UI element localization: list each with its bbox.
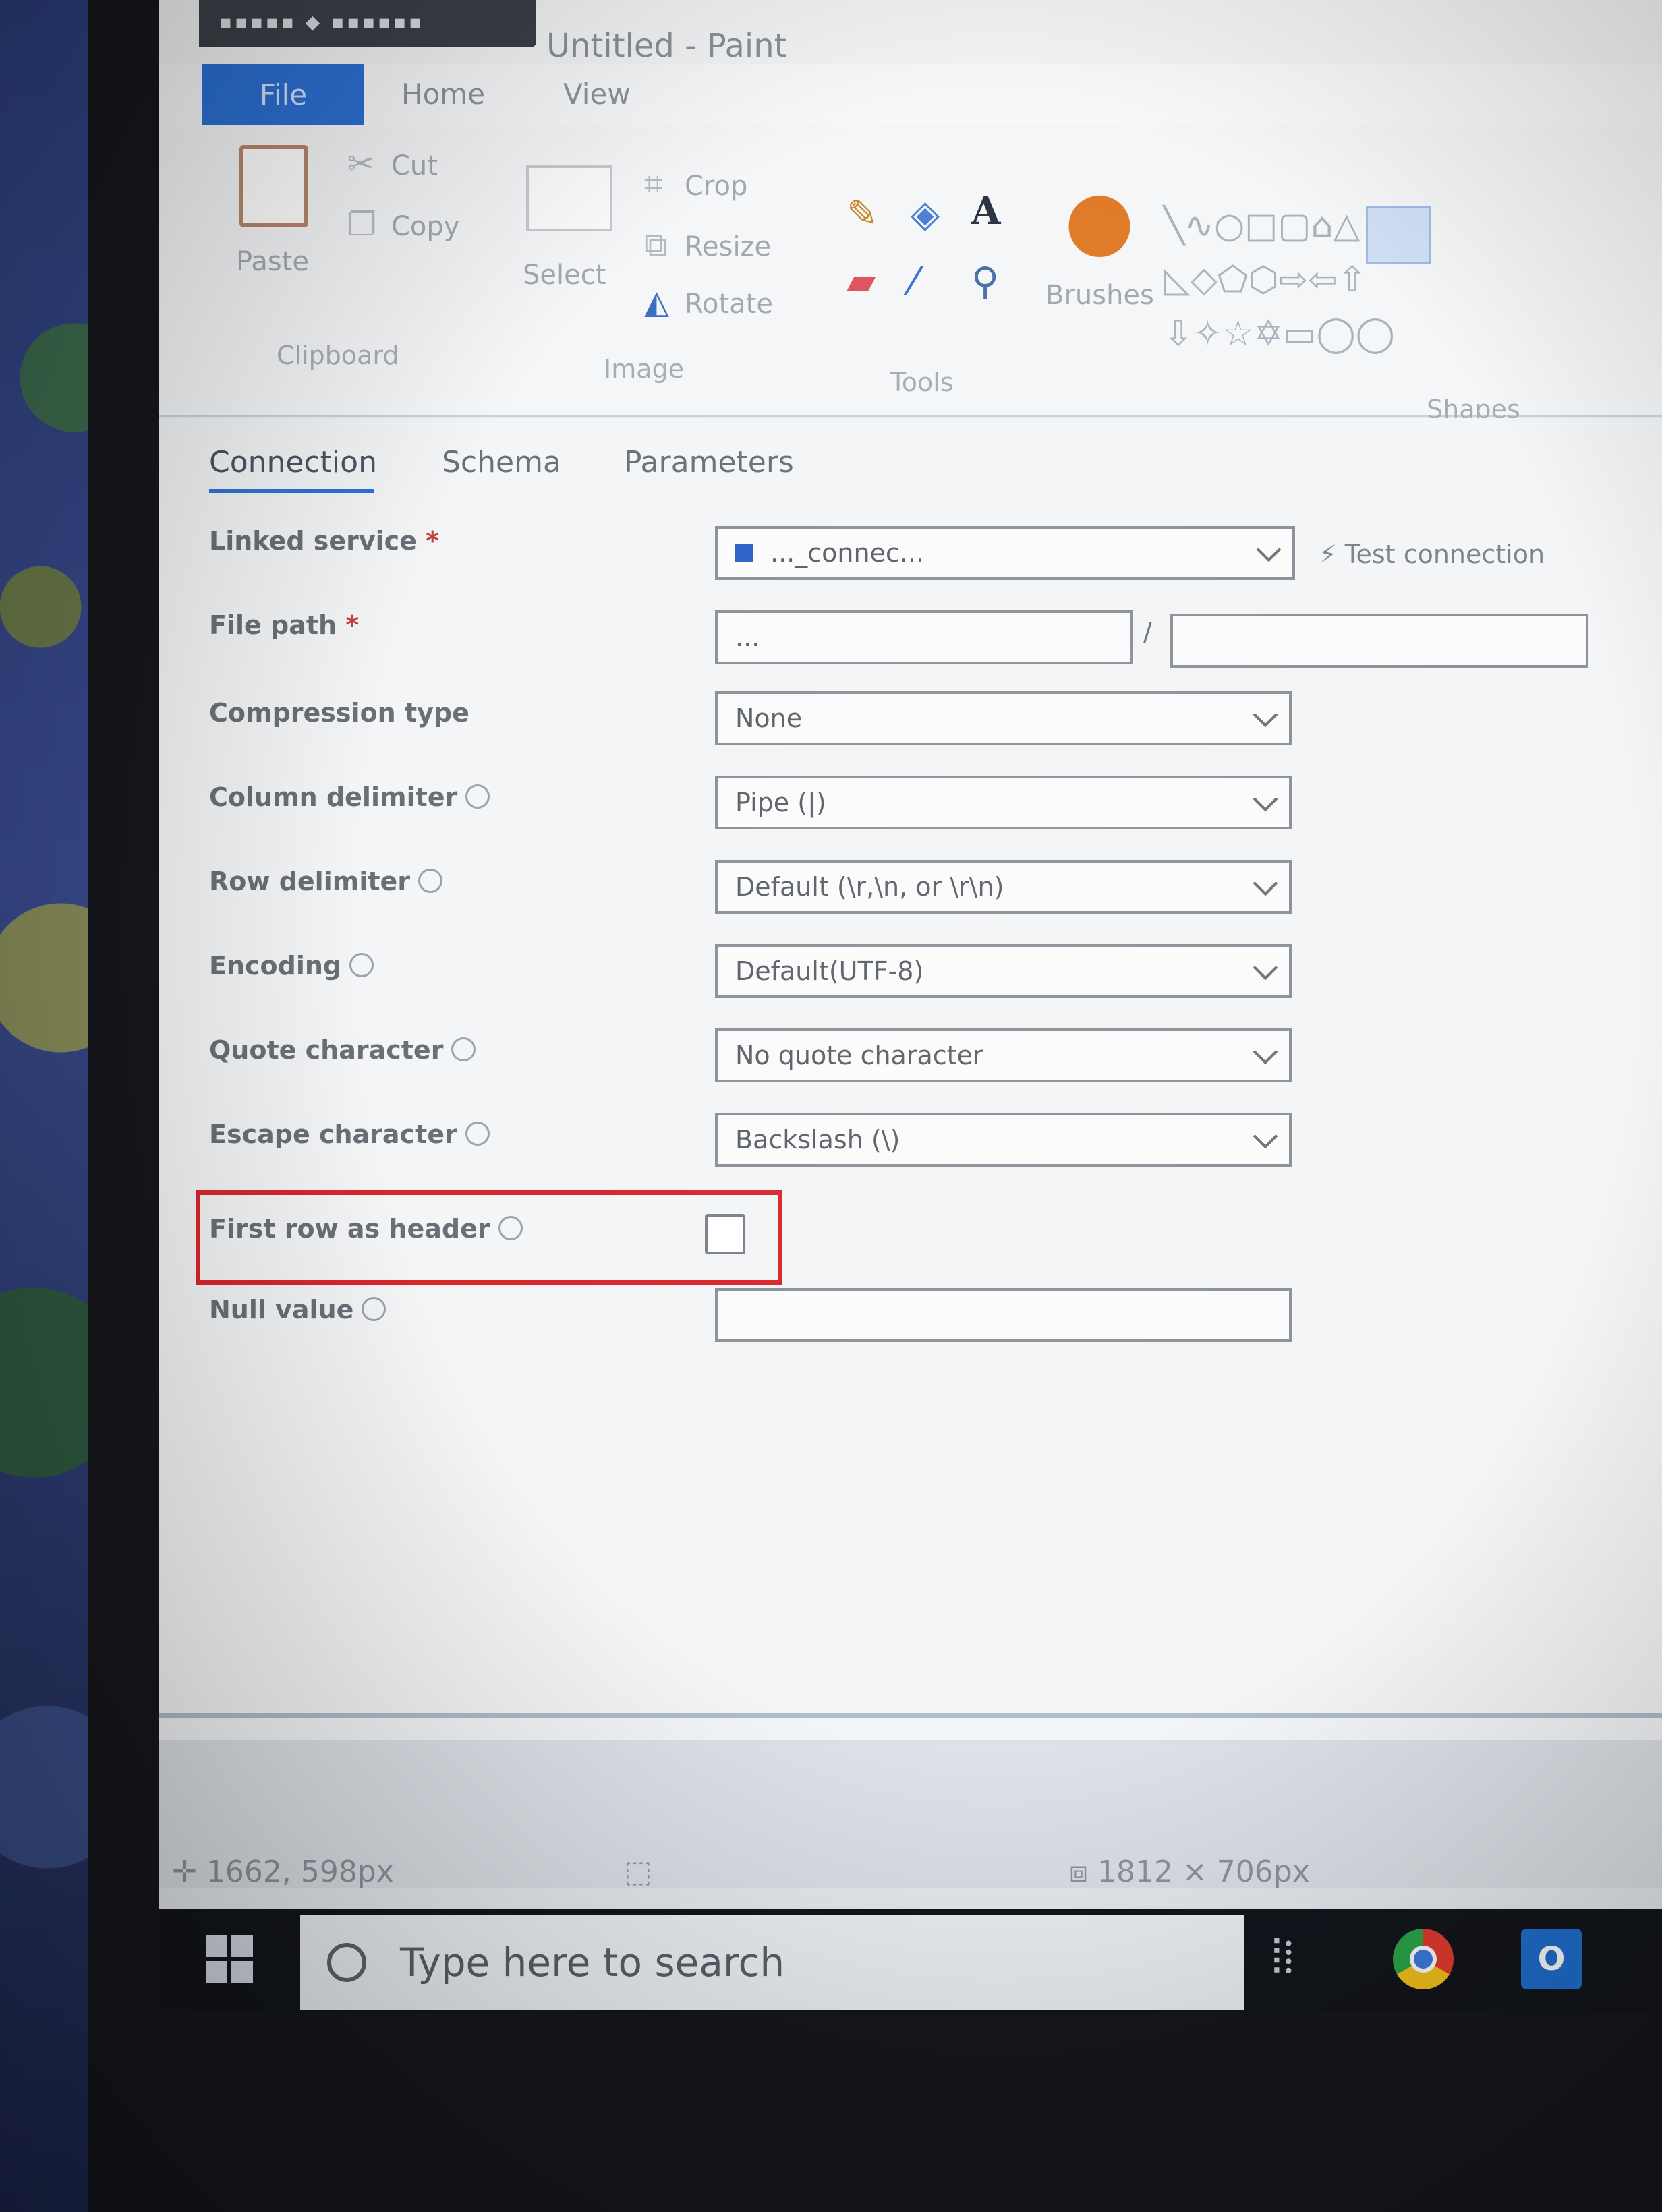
quote-character-label: Quote character [209,1035,476,1065]
encoding-select[interactable]: Default(UTF-8) [715,944,1292,998]
search-icon [327,1943,366,1982]
color-picker-icon[interactable]: ⁄ [911,260,917,303]
linked-service-icon [735,544,753,562]
quick-access-toolbar[interactable]: ▪▪▪▪▪ ◆ ▪▪▪▪▪▪ [199,0,536,47]
compression-type-label: Compression type [209,698,469,728]
chevron-down-icon [1256,537,1282,562]
panel-divider [159,1713,1662,1718]
shapes-row-3[interactable]: ⇩✧☆✡▭◯◯ [1164,314,1395,354]
chevron-down-icon [1253,955,1278,981]
brush-icon[interactable] [1059,185,1140,260]
escape-character-label: Escape character [209,1119,490,1149]
chrome-icon[interactable] [1393,1929,1454,1989]
cut-button[interactable]: Cut [391,150,438,181]
null-value-input[interactable] [715,1288,1292,1342]
pencil-icon[interactable]: ✎ [847,192,878,236]
cut-icon: ✂ [347,145,375,183]
test-connection-button[interactable]: ⚡ Test connection [1319,540,1545,569]
title-bar: ▪▪▪▪▪ ◆ ▪▪▪▪▪▪ Untitled - Paint [159,0,1662,65]
first-row-as-header-label: First row as header [209,1214,523,1244]
chevron-down-icon [1253,702,1278,728]
tab-parameters[interactable]: Parameters [624,445,794,479]
selected-shape-highlight [1366,206,1431,264]
crop-icon: ⌗ [644,165,663,203]
shapes-row-1[interactable]: ╲∿○□▢⌂△ [1164,206,1360,246]
file-path-container-input[interactable]: ... [715,610,1133,664]
active-tab-indicator [209,489,374,493]
quote-character-select[interactable]: No quote character [715,1028,1292,1082]
tab-file[interactable]: File [202,64,364,125]
fill-icon[interactable]: ◈ [911,192,940,236]
chevron-down-icon [1253,1124,1278,1149]
first-row-as-header-checkbox[interactable] [705,1214,745,1254]
eraser-icon[interactable]: ▰ [847,260,876,303]
taskbar: Type here to search ⦙⁞ O [159,1909,1662,2013]
linked-service-select[interactable]: ..._connec... [715,526,1295,580]
column-delimiter-select[interactable]: Pipe (|) [715,776,1292,830]
info-icon[interactable] [465,1122,490,1146]
escape-character-select[interactable]: Backslash (\) [715,1113,1292,1167]
row-delimiter-select[interactable]: Default (\r,\n, or \r\n) [715,860,1292,914]
window-title: Untitled - Paint [546,27,787,65]
rotate-button[interactable]: Rotate [685,289,773,320]
shapes-row-2[interactable]: ◺◇⬠⬡⇨⇦⇧ [1164,260,1367,300]
magnifier-icon[interactable]: ⚲ [971,260,999,303]
ribbon-tabs: File Home View [159,64,1662,125]
file-path-file-input[interactable] [1170,614,1588,668]
tab-view[interactable]: View [563,78,631,111]
chevron-down-icon [1253,871,1278,896]
paste-icon[interactable] [239,145,308,227]
screen: ▪▪▪▪▪ ◆ ▪▪▪▪▪▪ Untitled - Paint File Hom… [159,0,1662,2013]
column-delimiter-label: Column delimiter [209,782,490,812]
compression-type-select[interactable]: None [715,691,1292,745]
windows-start-icon[interactable] [206,1936,253,1983]
select-icon[interactable] [526,165,612,231]
image-size: ⧈ 1812 × 706px [1069,1855,1310,1889]
encoding-label: Encoding [209,951,374,981]
info-icon[interactable] [465,784,490,809]
cursor-position: ✛ 1662, 598px [172,1855,394,1889]
clipboard-group-label: Clipboard [277,341,399,370]
image-group-label: Image [604,354,685,384]
file-path-separator: / [1143,617,1152,647]
info-icon[interactable] [451,1037,476,1061]
copy-icon: ❐ [347,206,377,243]
canvas-size-icon: ⧈ [1069,1855,1088,1889]
brushes-button[interactable]: Brushes [1045,280,1154,311]
crosshair-icon: ✛ [172,1855,197,1889]
selection-size-icon: ⬚ [624,1855,652,1889]
info-icon[interactable] [362,1297,386,1321]
search-placeholder: Type here to search [400,1940,785,1985]
resize-icon: ⧉ [644,226,668,264]
tools-group-label: Tools [890,368,954,397]
row-delimiter-label: Row delimiter [209,867,443,896]
taskbar-search-box[interactable]: Type here to search [300,1915,1244,2010]
ribbon: Paste ✂ Cut ❐ Copy Clipboard Select ⌗ Cr… [159,125,1662,424]
chevron-down-icon [1253,786,1278,812]
info-icon[interactable] [498,1216,523,1240]
file-path-label: File path * [209,610,360,640]
tab-home[interactable]: Home [401,78,485,111]
chevron-down-icon [1253,1039,1278,1065]
paste-button[interactable]: Paste [236,246,309,277]
linked-service-label: Linked service * [209,526,440,556]
tab-connection[interactable]: Connection [209,445,377,479]
null-value-label: Null value [209,1295,386,1325]
text-tool-icon[interactable]: A [971,189,1000,233]
outlook-icon[interactable]: O [1521,1929,1582,1989]
tab-schema[interactable]: Schema [442,445,561,479]
task-view-icon[interactable]: ⦙⁞ [1271,1929,1332,1989]
dataset-panel: Connection Schema Parameters Linked serv… [159,418,1662,1740]
qat-icons: ▪▪▪▪▪ ◆ ▪▪▪▪▪▪ [219,11,425,33]
plug-icon: ⚡ [1319,540,1337,569]
info-icon[interactable] [418,869,443,893]
crop-button[interactable]: Crop [685,171,747,202]
resize-button[interactable]: Resize [685,231,771,262]
copy-button[interactable]: Copy [391,211,459,242]
select-button[interactable]: Select [523,260,606,291]
rotate-icon: ◭ [644,283,669,321]
info-icon[interactable] [349,953,374,977]
